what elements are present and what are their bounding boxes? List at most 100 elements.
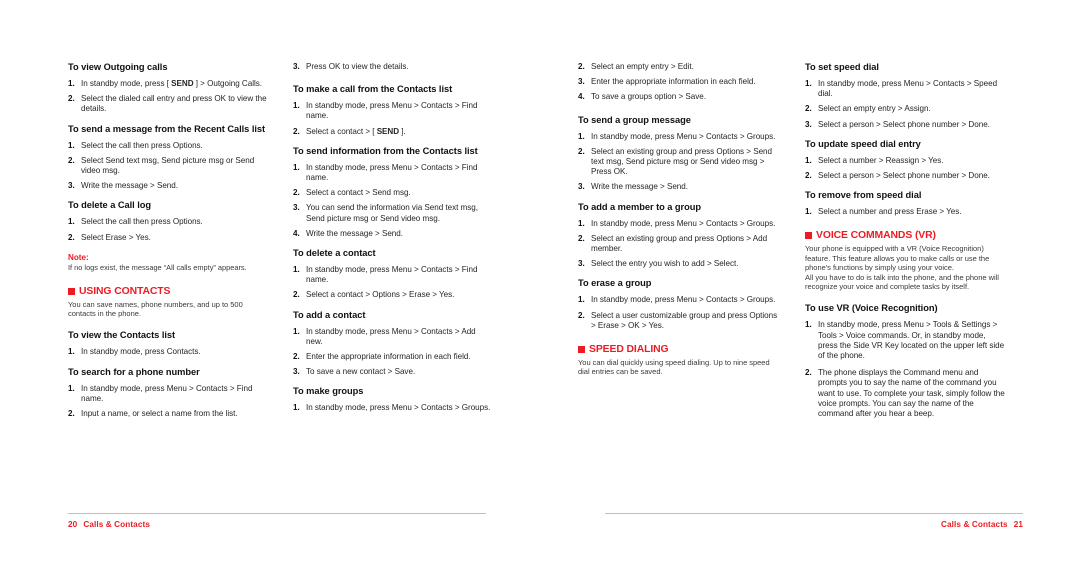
step-text: Select a person > Select phone number > … — [818, 119, 990, 129]
square-bullet-icon — [805, 232, 812, 240]
chapter-name: Calls & Contacts — [83, 520, 150, 529]
section-view-outgoing-calls: To view Outgoing calls 1. In standby mode… — [68, 62, 268, 115]
section-heading: To view Outgoing calls — [68, 62, 168, 72]
list-item: 2. Select an empty entry > Assign. — [805, 104, 1005, 114]
chapter-title: USING CONTACTS — [79, 285, 171, 297]
step-text: Select the entry you wish to add > Selec… — [591, 259, 739, 269]
step-text: Select the call then press Options. — [81, 217, 203, 227]
step-text: Select a contact > Options > Erase > Yes… — [306, 290, 455, 300]
list-item: 4. To save a groups option > Save. — [578, 92, 778, 102]
step-text: Press OK to view the details. — [306, 62, 409, 71]
step-number: 2. — [293, 352, 300, 362]
step-number: 3. — [578, 259, 585, 269]
list-item: 3. Select the entry you wish to add > Sel… — [578, 259, 778, 269]
list-item: 2. Select a contact > Send msg. — [293, 188, 493, 198]
column-2: 3. Press OK to view the details. To make … — [293, 62, 493, 414]
step-text: Select the dialed call entry and press O… — [81, 94, 267, 114]
step-number: 2. — [68, 232, 75, 242]
step-number: 2. — [293, 188, 300, 198]
step-number: 3. — [293, 203, 300, 213]
step-number: 3. — [293, 367, 300, 377]
section-heading: To remove from speed dial — [805, 190, 922, 201]
section-heading: To delete a Call log — [68, 200, 152, 211]
key-label: SEND — [376, 126, 400, 136]
footer-right-page: Calls & Contacts 21 — [603, 513, 1023, 531]
step-text: Select an empty entry > Edit. — [591, 62, 694, 71]
step-number: 2. — [578, 310, 585, 320]
note-block: Note: If no logs exist, the message “All… — [68, 253, 268, 273]
page-spread: To view Outgoing calls 1. In standby mode… — [0, 0, 1080, 569]
section-send-information-contacts: To send information from the Contacts li… — [293, 146, 493, 239]
step-text: To save a groups option > Save. — [591, 92, 706, 102]
list-item: 3. Press OK to view the details. — [293, 62, 493, 72]
section-heading: To send a message from the Recent Calls … — [68, 123, 266, 134]
list-item: 2. Input a name, or select a name from th… — [68, 409, 268, 419]
list-item: 3. You can send the information via Send … — [293, 203, 493, 223]
step-text: Select Send text msg, Send picture msg o… — [81, 155, 255, 176]
step-number: 1. — [68, 383, 75, 393]
step-number: 3. — [578, 182, 585, 192]
list-item: 1. In standby mode, press Menu > Contacts… — [578, 132, 778, 142]
step-text: Select a user customizable group and pre… — [591, 310, 778, 330]
list-item: 2. Select a contact > Options > Erase > Y… — [293, 290, 493, 300]
step-text: The phone displays the Command menu and … — [818, 368, 1005, 419]
step-number: 2. — [68, 408, 75, 418]
section-make-call-from-contacts: To make a call from the Contacts list 1.… — [293, 84, 493, 137]
step-number: 2. — [805, 368, 812, 378]
section-remove-speed-dial: To remove from speed dial 1. Select a num… — [805, 190, 1005, 217]
manual-spread: To view Outgoing calls 1. In standby mode… — [0, 0, 1080, 569]
step-number: 2. — [805, 171, 812, 181]
step-number: 1. — [293, 101, 300, 111]
step-number: 1. — [578, 218, 585, 228]
list-item: 1. In standby mode, press Menu > Contacts… — [578, 219, 778, 229]
list-item: 1. In standby mode, press [ SEND ] > Outg… — [68, 79, 268, 89]
section-delete-contact: To delete a contact 1. In standby mode, p… — [293, 248, 493, 301]
step-text: In standby mode, press Menu > Contacts >… — [591, 131, 776, 141]
step-text: Input a name, or select a name from the … — [81, 408, 238, 418]
step-text: In standby mode, press Menu > Contacts >… — [306, 265, 478, 285]
step-text-after: ]. — [399, 126, 406, 136]
step-text: Select the call then press Options. — [81, 140, 203, 150]
step-number: 1. — [805, 207, 812, 217]
list-item: 2. Select Send text msg, Send picture msg… — [68, 156, 268, 176]
column-1: To view Outgoing calls 1. In standby mode… — [68, 62, 268, 419]
list-item: 1. In standby mode, press Menu > Contacts… — [578, 295, 778, 305]
section-heading: To add a member to a group — [578, 201, 702, 212]
step-number: 3. — [805, 119, 812, 129]
step-number: 1. — [578, 131, 585, 141]
step-number: 2. — [578, 233, 585, 243]
section-heading: To add a contact — [293, 309, 366, 320]
step-text: Write the message > Send. — [591, 182, 688, 192]
step-text: In standby mode, press Menu > Contacts >… — [591, 218, 776, 228]
list-item: 2. Select Erase > Yes. — [68, 233, 268, 243]
chapter-title: SPEED DIALING — [589, 344, 669, 356]
list-item: 1. In standby mode, press Menu > Contacts… — [293, 163, 493, 183]
square-bullet-icon — [578, 346, 585, 354]
chapter-heading: SPEED DIALING — [578, 344, 778, 355]
list-item: 1. In standby mode, press Contacts. — [68, 347, 268, 357]
chapter-using-contacts: USING CONTACTS You can save names, phone… — [68, 286, 268, 319]
step-text: In standby mode, press Menu > Contacts >… — [306, 403, 491, 413]
chapter-intro: You can dial quickly using speed dialing… — [578, 358, 770, 377]
section-heading: To use VR (Voice Recognition) — [805, 303, 938, 314]
list-item: 2. Select the dialed call entry and press… — [68, 94, 268, 114]
step-number: 1. — [293, 326, 300, 336]
step-number: 3. — [68, 181, 75, 191]
step-number: 2. — [578, 62, 585, 71]
chapter-title: VOICE COMMANDS (VR) — [816, 230, 936, 242]
step-number: 1. — [805, 79, 812, 88]
list-item: 2. Select a user customizable group and p… — [578, 311, 778, 331]
section-heading: To send information from the Contacts li… — [293, 145, 478, 156]
step-text: Select a number > Reassign > Yes. — [818, 155, 944, 165]
list-item: 3. Write the message > Send. — [578, 182, 778, 192]
section-search-phone-number: To search for a phone number 1. In standb… — [68, 367, 268, 420]
list-item: 2. Select an existing group and press Opt… — [578, 147, 778, 178]
step-number: 4. — [293, 228, 300, 238]
step-number: 1. — [805, 320, 812, 330]
list-item: 2. Select an existing group and press Opt… — [578, 234, 778, 254]
footer-divider — [605, 513, 1023, 514]
footer-divider — [68, 513, 486, 514]
step-number: 1. — [293, 265, 300, 275]
step-number: 1. — [68, 79, 75, 88]
step-number: 1. — [293, 162, 300, 172]
